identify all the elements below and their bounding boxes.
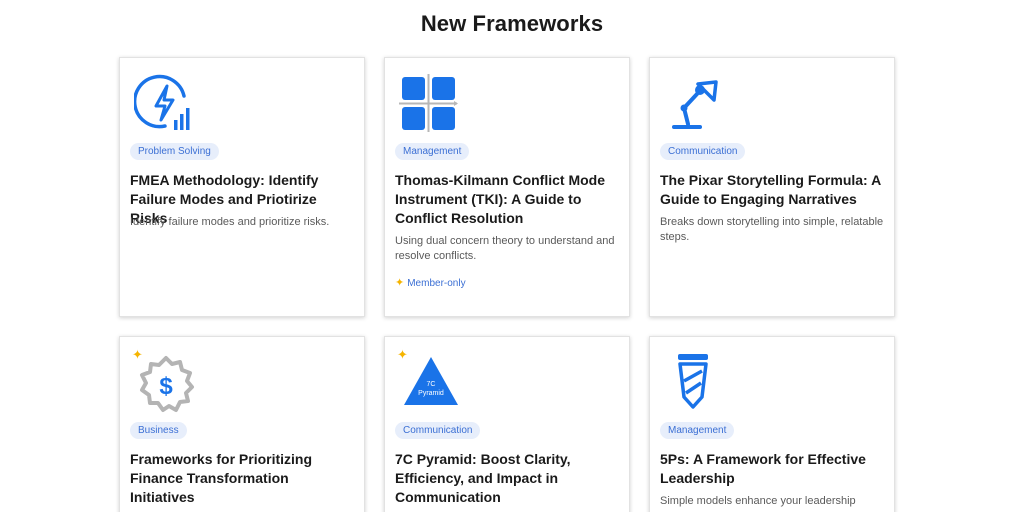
- page-title: New Frameworks: [420, 11, 604, 36]
- category-tag[interactable]: Communication: [395, 422, 481, 439]
- card-title: 5Ps: A Framework for Effective Leadershi…: [660, 451, 866, 486]
- pyramid-label-line1: 7C: [427, 381, 436, 388]
- desk-lamp-icon: [664, 74, 724, 134]
- svg-text:$: $: [159, 373, 173, 400]
- card-title: The Pixar Storytelling Formula: A Guide …: [660, 172, 881, 207]
- category-tag[interactable]: Business: [130, 422, 187, 439]
- card-description: Using dual concern theory to understand …: [395, 235, 615, 262]
- framework-card-pixar[interactable]: Communication The Pixar Storytelling For…: [649, 57, 895, 317]
- quadrant-grid-icon: [399, 74, 459, 134]
- framework-card-tki[interactable]: Management Thomas-Kilmann Conflict Mode …: [384, 57, 630, 317]
- tie-icon: [668, 351, 728, 411]
- category-tag[interactable]: Problem Solving: [130, 143, 219, 160]
- card-description: Identify failure modes and prioritize ri…: [130, 216, 330, 228]
- category-tag[interactable]: Management: [395, 143, 470, 160]
- dollar-badge-icon: $: [136, 355, 196, 415]
- framework-card-5ps[interactable]: Management 5Ps: A Framework for Effectiv…: [649, 336, 895, 512]
- card-title: 7C Pyramid: Boost Clarity, Efficiency, a…: [395, 451, 571, 505]
- framework-card-finance[interactable]: ✦ $ Business Frameworks for Prioritizing…: [119, 336, 365, 512]
- pyramid-label-line2: Pyramid: [418, 390, 444, 397]
- category-tag[interactable]: Communication: [660, 143, 746, 160]
- sparkle-icon: ✦: [395, 277, 405, 289]
- framework-card-fmea[interactable]: Problem Solving FMEA Methodology: Identi…: [119, 57, 365, 317]
- card-description: Simple models enhance your leadership: [660, 495, 856, 507]
- card-title: Thomas-Kilmann Conflict Mode Instrument …: [395, 172, 605, 226]
- lightning-chart-icon: [132, 74, 194, 134]
- member-only-label: Member-only: [407, 278, 466, 289]
- card-title: Frameworks for Prioritizing Finance Tran…: [130, 451, 313, 505]
- framework-card-7c[interactable]: ✦ 7C Pyramid Communication 7C Pyramid: B…: [384, 336, 630, 512]
- card-description: Breaks down storytelling into simple, re…: [660, 216, 884, 243]
- member-only-badge: ✦ Member-only: [395, 276, 466, 289]
- pyramid-icon: 7C Pyramid: [401, 353, 461, 413]
- category-tag[interactable]: Management: [660, 422, 735, 439]
